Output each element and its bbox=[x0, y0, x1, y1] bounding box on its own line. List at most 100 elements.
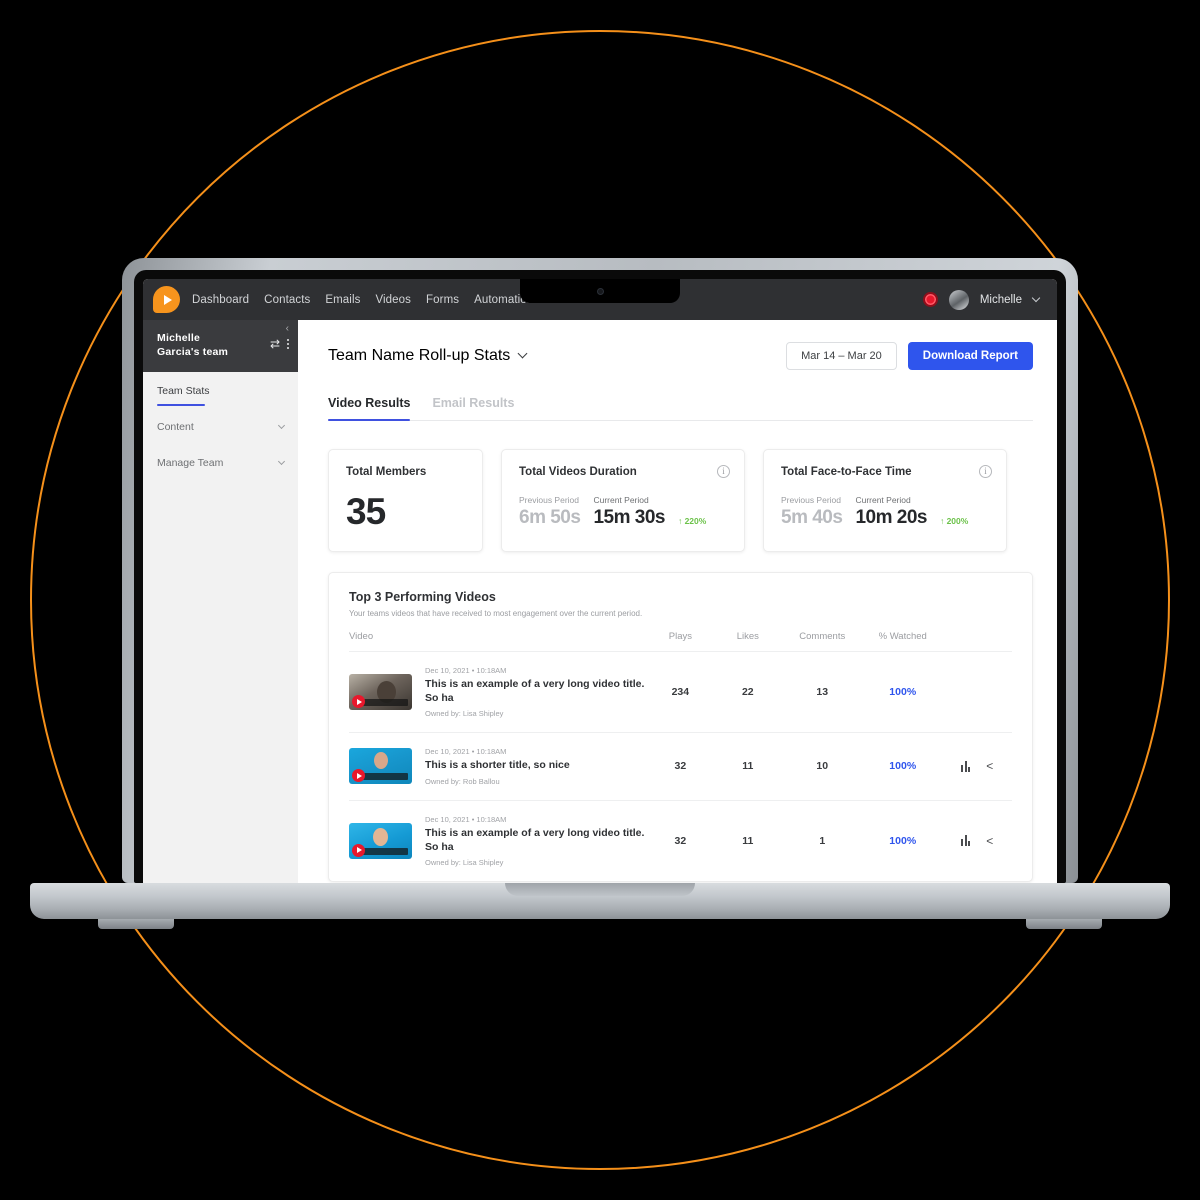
chevron-down-icon[interactable] bbox=[1031, 293, 1041, 303]
record-button-icon[interactable] bbox=[922, 292, 938, 307]
date-range-picker[interactable]: Mar 14 – Mar 20 bbox=[786, 342, 897, 370]
previous-period-value: 6m 50s bbox=[519, 507, 581, 528]
table-row[interactable]: Dec 10, 2021 • 10:18AM This is an exampl… bbox=[349, 651, 1012, 734]
info-icon[interactable]: i bbox=[979, 465, 992, 478]
table-head: Video Plays Likes Comments % Watched bbox=[349, 631, 1012, 652]
sidebar-header: ‹ Michelle Garcia's team ⇄ bbox=[143, 320, 298, 373]
current-period: Current Period 15m 30s bbox=[593, 495, 665, 529]
video-cell: Dec 10, 2021 • 10:18AM This is an exampl… bbox=[349, 800, 647, 881]
bar-chart-icon[interactable] bbox=[961, 835, 971, 847]
sidebar: ‹ Michelle Garcia's team ⇄ Team Stats Co… bbox=[143, 320, 298, 883]
share-icon[interactable]: < bbox=[986, 835, 993, 847]
previous-period-value: 5m 40s bbox=[781, 507, 843, 528]
nav-item-emails[interactable]: Emails bbox=[325, 294, 360, 306]
table-row[interactable]: Dec 10, 2021 • 10:18AM This is an exampl… bbox=[349, 800, 1012, 881]
card-total-members: Total Members 35 bbox=[328, 449, 483, 552]
download-report-button[interactable]: Download Report bbox=[907, 342, 1033, 370]
more-options-icon[interactable] bbox=[287, 339, 289, 349]
video-thumbnail[interactable] bbox=[349, 674, 412, 711]
laptop-lid: Dashboard Contacts Emails Videos Forms A… bbox=[122, 258, 1078, 883]
current-period-value: 15m 30s bbox=[593, 507, 665, 528]
card-periods: Previous Period 5m 40s Current Period 10… bbox=[781, 495, 989, 529]
chevron-down-icon[interactable] bbox=[517, 348, 528, 359]
watched-value: 100% bbox=[863, 732, 943, 801]
current-period-label: Current Period bbox=[855, 495, 911, 505]
chevron-down-icon bbox=[277, 458, 286, 466]
app-body: ‹ Michelle Garcia's team ⇄ Team Stats Co… bbox=[143, 320, 1057, 883]
sidebar-team-name: Michelle Garcia's team bbox=[157, 332, 229, 359]
nav-item-dashboard[interactable]: Dashboard bbox=[192, 294, 249, 306]
chevron-down-icon bbox=[277, 422, 286, 430]
nav-item-contacts[interactable]: Contacts bbox=[264, 294, 310, 306]
panel-title: Top 3 Performing Videos bbox=[349, 590, 496, 604]
column-header-video[interactable]: Video bbox=[349, 631, 647, 652]
tab-email-results[interactable]: Email Results bbox=[432, 396, 514, 420]
play-bubble-logo[interactable] bbox=[153, 286, 180, 313]
sidebar-item-content[interactable]: Content bbox=[143, 408, 298, 444]
swap-teams-icon[interactable]: ⇄ bbox=[270, 338, 280, 350]
row-actions: < bbox=[942, 800, 1012, 881]
main-content: Team Name Roll-up Stats Mar 14 – Mar 20 … bbox=[298, 320, 1057, 883]
plays-value: 234 bbox=[646, 651, 715, 734]
page-header: Team Name Roll-up Stats Mar 14 – Mar 20 … bbox=[328, 342, 1033, 370]
video-thumbnail[interactable] bbox=[349, 748, 412, 785]
column-header-likes[interactable]: Likes bbox=[714, 631, 782, 652]
tab-video-results[interactable]: Video Results bbox=[328, 396, 411, 421]
likes-value: 22 bbox=[714, 651, 782, 734]
sidebar-item-team-stats[interactable]: Team Stats bbox=[143, 372, 298, 408]
top-videos-panel: Top 3 Performing Videos Your teams video… bbox=[328, 572, 1033, 882]
delta-badge: ↑ 220% bbox=[677, 516, 707, 526]
video-owner: Owned by: Lisa Shipley bbox=[425, 857, 504, 867]
video-title[interactable]: This is an example of a very long video … bbox=[425, 677, 647, 705]
table-header-row: Video Plays Likes Comments % Watched bbox=[349, 631, 1012, 652]
sidebar-item-manage-team[interactable]: Manage Team bbox=[143, 444, 298, 480]
video-date: Dec 10, 2021 • 10:18AM bbox=[425, 814, 507, 824]
laptop-mockup: Dashboard Contacts Emails Videos Forms A… bbox=[0, 0, 1200, 1200]
current-period-value: 10m 20s bbox=[855, 507, 927, 528]
comments-value: 13 bbox=[781, 651, 864, 734]
video-date: Dec 10, 2021 • 10:18AM bbox=[425, 666, 507, 675]
stat-cards: Total Members 35 Total Videos Duration i… bbox=[328, 449, 1033, 552]
comments-value: 1 bbox=[819, 834, 826, 847]
previous-period-label: Previous Period bbox=[519, 495, 580, 505]
previous-period: Previous Period 6m 50s bbox=[519, 495, 581, 529]
chevron-left-icon[interactable]: ‹ bbox=[286, 324, 289, 334]
card-title: Total Videos Duration bbox=[519, 466, 637, 478]
delta-badge: ↑ 200% bbox=[939, 516, 969, 526]
row-actions bbox=[942, 651, 1012, 734]
column-header-plays[interactable]: Plays bbox=[646, 631, 715, 652]
play-icon[interactable] bbox=[352, 769, 365, 783]
play-icon[interactable] bbox=[352, 843, 365, 857]
card-total-videos-duration: Total Videos Duration i Previous Period … bbox=[501, 449, 745, 552]
card-periods: Previous Period 6m 50s Current Period 15… bbox=[519, 495, 727, 529]
bar-chart-icon[interactable] bbox=[961, 760, 971, 772]
results-tabs: Video Results Email Results bbox=[328, 396, 1033, 421]
video-owner: Owned by: Rob Ballou bbox=[425, 776, 500, 786]
card-value: 35 bbox=[346, 491, 386, 532]
nav-item-forms[interactable]: Forms bbox=[426, 294, 459, 306]
current-period-label: Current Period bbox=[593, 495, 649, 505]
user-avatar[interactable] bbox=[948, 289, 969, 310]
video-title[interactable]: This is an example of a very long video … bbox=[425, 826, 647, 854]
sidebar-item-label: Content bbox=[157, 421, 194, 434]
panel-subtitle: Your teams videos that have received to … bbox=[349, 609, 643, 618]
nav-right-group: Michelle bbox=[922, 289, 1043, 310]
column-header-comments[interactable]: Comments bbox=[781, 631, 864, 652]
share-icon[interactable]: < bbox=[986, 760, 993, 772]
video-thumbnail[interactable] bbox=[349, 822, 412, 859]
laptop-foot-left bbox=[98, 919, 174, 929]
laptop-foot-right bbox=[1026, 919, 1102, 929]
play-icon[interactable] bbox=[352, 695, 365, 709]
page-title: Team Name Roll-up Stats bbox=[328, 347, 528, 365]
page-title-text: Team Name Roll-up Stats bbox=[328, 347, 511, 364]
card-total-face-to-face-time: Total Face-to-Face Time i Previous Perio… bbox=[763, 449, 1007, 552]
watched-value: 100% bbox=[889, 834, 917, 847]
info-icon[interactable]: i bbox=[717, 465, 730, 478]
card-title: Total Face-to-Face Time bbox=[781, 466, 912, 478]
sidebar-item-label: Team Stats bbox=[157, 385, 210, 398]
table-row[interactable]: Dec 10, 2021 • 10:18AM This is a shorter… bbox=[349, 732, 1012, 801]
nav-item-videos[interactable]: Videos bbox=[375, 294, 411, 306]
current-period: Current Period 10m 20s bbox=[855, 495, 927, 529]
column-header-watched[interactable]: % Watched bbox=[863, 631, 943, 652]
video-title[interactable]: This is a shorter title, so nice bbox=[425, 758, 570, 772]
